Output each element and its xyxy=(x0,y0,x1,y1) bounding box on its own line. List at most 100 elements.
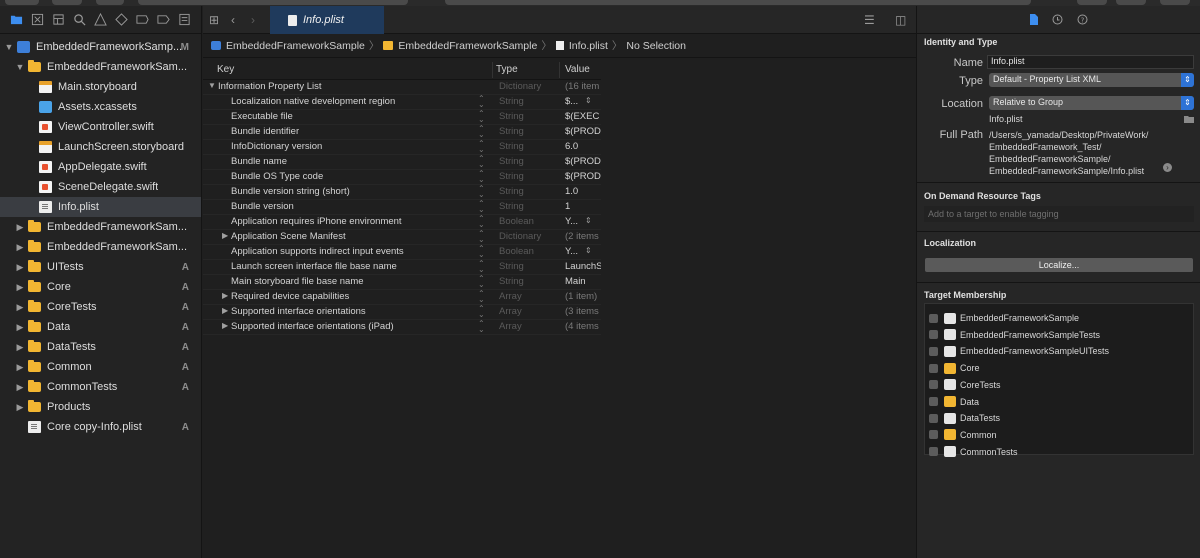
plist-value[interactable]: (1 item) xyxy=(565,291,597,302)
plist-row[interactable]: Launch screen interface file base name ⌃ ⌄… xyxy=(203,260,601,275)
target-checkbox[interactable] xyxy=(929,313,938,323)
plist-value[interactable]: 1 xyxy=(565,201,570,212)
key-popup-stepper-icon[interactable]: ⌃ ⌄ xyxy=(478,320,485,334)
tree-row-group[interactable]: ▶ CoreTests A xyxy=(0,297,201,317)
target-membership-row[interactable]: Common xyxy=(929,427,997,443)
plist-type[interactable]: String xyxy=(499,171,524,182)
plist-row[interactable]: Application requires iPhone environment ⌃… xyxy=(203,215,601,230)
reveal-in-finder-arrow-icon[interactable]: › xyxy=(1163,163,1172,172)
target-checkbox[interactable] xyxy=(929,380,938,390)
disclosure-open-icon[interactable]: ▼ xyxy=(4,42,14,52)
tree-row-file[interactable]: Main.storyboard xyxy=(0,77,201,97)
plist-row[interactable]: InfoDictionary version ⌃ ⌄ String 6.0 xyxy=(203,140,601,155)
plist-type[interactable]: String xyxy=(499,261,524,272)
plist-type[interactable]: Dictionary xyxy=(499,231,541,242)
plist-key[interactable]: Information Property List xyxy=(218,81,322,92)
plist-value[interactable]: (2 items xyxy=(565,231,599,242)
key-popup-stepper-icon[interactable]: ⌃ ⌄ xyxy=(478,110,485,124)
toolbar-button[interactable] xyxy=(5,0,39,5)
history-inspector-icon[interactable] xyxy=(1052,14,1063,25)
tree-row-file[interactable]: Assets.xcassets xyxy=(0,97,201,117)
disclosure-closed-icon[interactable]: ▶ xyxy=(15,242,25,253)
disclosure-open-icon[interactable]: ▼ xyxy=(15,62,25,72)
key-popup-stepper-icon[interactable]: ⌃ ⌄ xyxy=(478,155,485,169)
file-type-popup[interactable]: Default - Property List XML ⇕ xyxy=(989,73,1194,87)
tree-row-group[interactable]: ▶ DataTests A xyxy=(0,337,201,357)
plist-value[interactable]: Main xyxy=(565,276,586,287)
tree-row-group[interactable]: ▶ Common A xyxy=(0,357,201,377)
plist-type[interactable]: String xyxy=(499,276,524,287)
related-items-grid-icon[interactable]: ⊞ xyxy=(209,13,219,27)
toolbar-button[interactable] xyxy=(1116,0,1146,5)
quick-help-icon[interactable]: ? xyxy=(1077,14,1088,25)
plist-value[interactable]: (16 item xyxy=(565,81,599,92)
plist-value[interactable]: 1.0 xyxy=(565,186,578,197)
back-chevron-icon[interactable]: ‹ xyxy=(231,13,235,27)
disclosure-closed-icon[interactable]: ▶ xyxy=(15,362,25,373)
key-popup-stepper-icon[interactable]: ⌃ ⌄ xyxy=(478,260,485,274)
symbol-navigator-tab[interactable] xyxy=(50,12,66,28)
target-membership-row[interactable]: EmbeddedFrameworkSample xyxy=(929,310,1079,326)
plist-value[interactable]: 6.0 xyxy=(565,141,578,152)
plist-value[interactable]: Y... xyxy=(565,216,578,227)
tree-row-group[interactable]: ▼ EmbeddedFrameworkSam... xyxy=(0,57,201,77)
disclosure-closed-icon[interactable]: ▶ xyxy=(222,231,228,240)
key-popup-stepper-icon[interactable]: ⌃ ⌄ xyxy=(478,230,485,244)
plist-key[interactable]: Launch screen interface file base name xyxy=(231,261,397,272)
breadcrumb-file[interactable]: Info.plist xyxy=(569,40,608,52)
key-popup-stepper-icon[interactable]: ⌃ ⌄ xyxy=(478,245,485,259)
tab-info-plist[interactable]: Info.plist xyxy=(270,6,384,34)
tree-row-group[interactable]: ▶ EmbeddedFrameworkSam... xyxy=(0,237,201,257)
disclosure-closed-icon[interactable]: ▶ xyxy=(15,382,25,393)
target-checkbox[interactable] xyxy=(929,397,938,406)
plist-type[interactable]: String xyxy=(499,156,524,167)
tree-row-group[interactable]: ▶ Data A xyxy=(0,317,201,337)
test-navigator-tab[interactable] xyxy=(113,12,129,28)
tree-row-group[interactable]: ▶ Products xyxy=(0,397,201,417)
plist-value[interactable]: Y... xyxy=(565,246,578,257)
disclosure-closed-icon[interactable]: ▶ xyxy=(15,302,25,313)
key-popup-stepper-icon[interactable]: ⌃ ⌄ xyxy=(478,290,485,304)
debug-navigator-tab[interactable] xyxy=(134,12,150,28)
disclosure-closed-icon[interactable]: ▶ xyxy=(222,291,228,300)
plist-row[interactable]: ▶ Supported interface orientations (iPad)… xyxy=(203,320,601,335)
target-checkbox[interactable] xyxy=(929,413,938,423)
plist-value[interactable]: $(EXEC xyxy=(565,111,599,122)
target-checkbox[interactable] xyxy=(929,447,938,457)
plist-type[interactable]: Array xyxy=(499,321,522,332)
key-popup-stepper-icon[interactable]: ⌃ ⌄ xyxy=(478,140,485,154)
key-popup-stepper-icon[interactable]: ⌃ ⌄ xyxy=(478,215,485,229)
target-membership-row[interactable]: DataTests xyxy=(929,410,1000,426)
disclosure-closed-icon[interactable]: ▶ xyxy=(15,322,25,333)
location-popup[interactable]: Relative to Group ⇕ xyxy=(989,96,1194,110)
plist-key[interactable]: Application supports indirect input even… xyxy=(231,246,404,257)
plist-value[interactable]: $(PROD xyxy=(565,171,601,182)
plist-key[interactable]: Application Scene Manifest xyxy=(231,231,346,242)
tree-row-file[interactable]: AppDelegate.swift xyxy=(0,157,201,177)
target-membership-row[interactable]: EmbeddedFrameworkSampleUITests xyxy=(929,343,1109,359)
plist-type[interactable]: Boolean xyxy=(499,216,534,227)
plist-key[interactable]: Bundle version string (short) xyxy=(231,186,350,197)
target-membership-row[interactable]: EmbeddedFrameworkSampleTests xyxy=(929,327,1100,343)
plist-row[interactable]: Main storyboard file base name ⌃ ⌄ String Ma… xyxy=(203,275,601,290)
target-checkbox[interactable] xyxy=(929,430,938,440)
plist-row[interactable]: Localization native development region ⌃ ⌄… xyxy=(203,95,601,110)
plist-value[interactable]: $... xyxy=(565,96,578,107)
column-header-value[interactable]: Value xyxy=(565,64,590,75)
plist-type[interactable]: Dictionary xyxy=(499,81,541,92)
plist-value[interactable]: (4 items xyxy=(565,321,599,332)
file-inspector-icon[interactable] xyxy=(1028,14,1039,25)
tree-row-project[interactable]: ▼ EmbeddedFrameworkSamp... M xyxy=(0,37,201,57)
tree-row-file[interactable]: Core copy-Info.plist A xyxy=(0,417,201,437)
disclosure-closed-icon[interactable]: ▶ xyxy=(222,306,228,315)
disclosure-closed-icon[interactable]: ▶ xyxy=(15,282,25,293)
plist-type[interactable]: String xyxy=(499,201,524,212)
plist-row[interactable]: Bundle version ⌃ ⌄ String 1 xyxy=(203,200,601,215)
toolbar-button[interactable] xyxy=(52,0,82,5)
plist-key[interactable]: Bundle identifier xyxy=(231,126,299,137)
key-popup-stepper-icon[interactable]: ⌃ ⌄ xyxy=(478,275,485,289)
tree-row-group[interactable]: ▶ EmbeddedFrameworkSam... xyxy=(0,217,201,237)
column-header-key[interactable]: Key xyxy=(217,64,234,75)
plist-type[interactable]: String xyxy=(499,96,524,107)
disclosure-closed-icon[interactable]: ▶ xyxy=(15,402,25,413)
